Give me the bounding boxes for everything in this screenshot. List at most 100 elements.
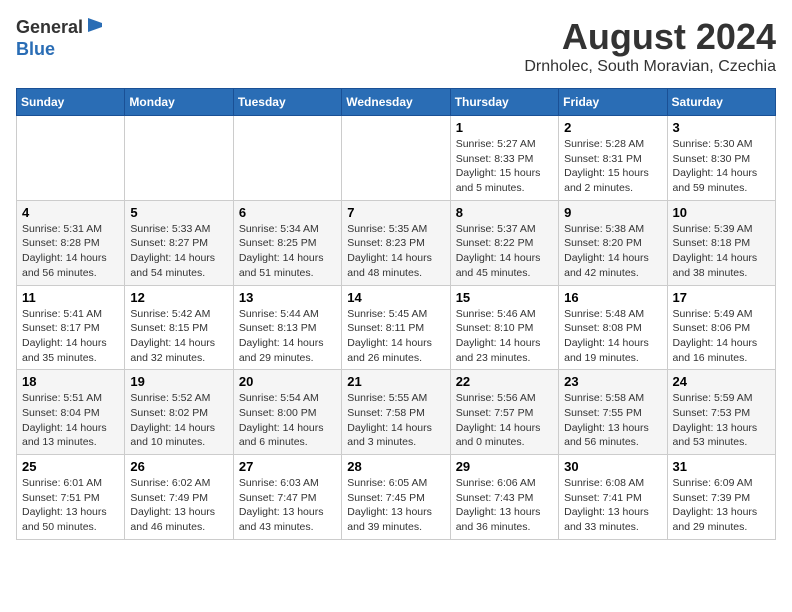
day-info: Sunrise: 5:44 AM Sunset: 8:13 PM Dayligh… bbox=[239, 307, 336, 366]
day-number: 19 bbox=[130, 374, 227, 389]
day-number: 21 bbox=[347, 374, 444, 389]
weekday-header-thursday: Thursday bbox=[450, 89, 558, 116]
weekday-header-tuesday: Tuesday bbox=[233, 89, 341, 116]
calendar-cell: 28Sunrise: 6:05 AM Sunset: 7:45 PM Dayli… bbox=[342, 455, 450, 540]
day-info: Sunrise: 5:55 AM Sunset: 7:58 PM Dayligh… bbox=[347, 391, 444, 450]
day-info: Sunrise: 5:31 AM Sunset: 8:28 PM Dayligh… bbox=[22, 222, 119, 281]
day-info: Sunrise: 6:01 AM Sunset: 7:51 PM Dayligh… bbox=[22, 476, 119, 535]
day-info: Sunrise: 6:09 AM Sunset: 7:39 PM Dayligh… bbox=[673, 476, 770, 535]
day-number: 27 bbox=[239, 459, 336, 474]
day-info: Sunrise: 5:49 AM Sunset: 8:06 PM Dayligh… bbox=[673, 307, 770, 366]
calendar-cell: 18 Sunrise: 5:51 AM Sunset: 8:04 PM Dayli… bbox=[17, 370, 125, 455]
calendar-cell: 25 Sunrise: 6:01 AM Sunset: 7:51 PM Dayli… bbox=[17, 455, 125, 540]
day-number: 18 bbox=[22, 374, 119, 389]
calendar-cell: 1 Sunrise: 5:27 AM Sunset: 8:33 PM Daylig… bbox=[450, 116, 558, 201]
weekday-header-saturday: Saturday bbox=[667, 89, 775, 116]
day-number: 13 bbox=[239, 290, 336, 305]
day-number: 15 bbox=[456, 290, 553, 305]
logo: General Blue bbox=[16, 16, 104, 60]
day-number: 12 bbox=[130, 290, 227, 305]
day-info: Sunrise: 6:02 AM Sunset: 7:49 PM Dayligh… bbox=[130, 476, 227, 535]
day-info: Sunrise: 5:38 AM Sunset: 8:20 PM Dayligh… bbox=[564, 222, 661, 281]
day-number: 23 bbox=[564, 374, 661, 389]
day-number: 22 bbox=[456, 374, 553, 389]
calendar-cell bbox=[342, 116, 450, 201]
calendar-cell: 10Sunrise: 5:39 AM Sunset: 8:18 PM Dayli… bbox=[667, 200, 775, 285]
day-info: Sunrise: 5:46 AM Sunset: 8:10 PM Dayligh… bbox=[456, 307, 553, 366]
calendar-cell: 19Sunrise: 5:52 AM Sunset: 8:02 PM Dayli… bbox=[125, 370, 233, 455]
calendar-cell: 14Sunrise: 5:45 AM Sunset: 8:11 PM Dayli… bbox=[342, 285, 450, 370]
day-info: Sunrise: 5:35 AM Sunset: 8:23 PM Dayligh… bbox=[347, 222, 444, 281]
calendar-week-4: 18 Sunrise: 5:51 AM Sunset: 8:04 PM Dayli… bbox=[17, 370, 776, 455]
calendar-cell: 2 Sunrise: 5:28 AM Sunset: 8:31 PM Daylig… bbox=[559, 116, 667, 201]
calendar-week-2: 4Sunrise: 5:31 AM Sunset: 8:28 PM Daylig… bbox=[17, 200, 776, 285]
title-block: August 2024 Drnholec, South Moravian, Cz… bbox=[524, 16, 776, 76]
calendar-cell: 17 Sunrise: 5:49 AM Sunset: 8:06 PM Dayli… bbox=[667, 285, 775, 370]
calendar-cell: 4Sunrise: 5:31 AM Sunset: 8:28 PM Daylig… bbox=[17, 200, 125, 285]
weekday-header-row: SundayMondayTuesdayWednesdayThursdayFrid… bbox=[17, 89, 776, 116]
calendar-cell: 24Sunrise: 5:59 AM Sunset: 7:53 PM Dayli… bbox=[667, 370, 775, 455]
calendar-cell: 27 Sunrise: 6:03 AM Sunset: 7:47 PM Dayli… bbox=[233, 455, 341, 540]
calendar-cell: 11 Sunrise: 5:41 AM Sunset: 8:17 PM Dayli… bbox=[17, 285, 125, 370]
day-info: Sunrise: 5:33 AM Sunset: 8:27 PM Dayligh… bbox=[130, 222, 227, 281]
day-number: 14 bbox=[347, 290, 444, 305]
calendar-cell: 20 Sunrise: 5:54 AM Sunset: 8:00 PM Dayli… bbox=[233, 370, 341, 455]
day-number: 6 bbox=[239, 205, 336, 220]
day-number: 25 bbox=[22, 459, 119, 474]
calendar-cell: 31 Sunrise: 6:09 AM Sunset: 7:39 PM Dayli… bbox=[667, 455, 775, 540]
calendar-cell: 5Sunrise: 5:33 AM Sunset: 8:27 PM Daylig… bbox=[125, 200, 233, 285]
calendar-cell: 8Sunrise: 5:37 AM Sunset: 8:22 PM Daylig… bbox=[450, 200, 558, 285]
calendar-week-5: 25 Sunrise: 6:01 AM Sunset: 7:51 PM Dayli… bbox=[17, 455, 776, 540]
weekday-header-sunday: Sunday bbox=[17, 89, 125, 116]
day-info: Sunrise: 5:51 AM Sunset: 8:04 PM Dayligh… bbox=[22, 391, 119, 450]
day-number: 26 bbox=[130, 459, 227, 474]
day-info: Sunrise: 5:56 AM Sunset: 7:57 PM Dayligh… bbox=[456, 391, 553, 450]
day-info: Sunrise: 5:59 AM Sunset: 7:53 PM Dayligh… bbox=[673, 391, 770, 450]
calendar-week-1: 1 Sunrise: 5:27 AM Sunset: 8:33 PM Daylig… bbox=[17, 116, 776, 201]
calendar-cell: 6 Sunrise: 5:34 AM Sunset: 8:25 PM Daylig… bbox=[233, 200, 341, 285]
day-info: Sunrise: 5:39 AM Sunset: 8:18 PM Dayligh… bbox=[673, 222, 770, 281]
page-title: August 2024 bbox=[524, 16, 776, 58]
calendar-cell: 22 Sunrise: 5:56 AM Sunset: 7:57 PM Dayli… bbox=[450, 370, 558, 455]
calendar-cell: 9 Sunrise: 5:38 AM Sunset: 8:20 PM Daylig… bbox=[559, 200, 667, 285]
day-info: Sunrise: 5:48 AM Sunset: 8:08 PM Dayligh… bbox=[564, 307, 661, 366]
day-info: Sunrise: 5:54 AM Sunset: 8:00 PM Dayligh… bbox=[239, 391, 336, 450]
calendar-cell bbox=[125, 116, 233, 201]
logo-general: General bbox=[16, 17, 83, 38]
calendar-table: SundayMondayTuesdayWednesdayThursdayFrid… bbox=[16, 88, 776, 540]
day-number: 11 bbox=[22, 290, 119, 305]
day-number: 28 bbox=[347, 459, 444, 474]
page-header: General Blue August 2024 Drnholec, South… bbox=[16, 16, 776, 76]
day-number: 3 bbox=[673, 120, 770, 135]
day-number: 1 bbox=[456, 120, 553, 135]
day-info: Sunrise: 6:03 AM Sunset: 7:47 PM Dayligh… bbox=[239, 476, 336, 535]
day-info: Sunrise: 6:08 AM Sunset: 7:41 PM Dayligh… bbox=[564, 476, 661, 535]
day-number: 16 bbox=[564, 290, 661, 305]
weekday-header-wednesday: Wednesday bbox=[342, 89, 450, 116]
day-info: Sunrise: 5:42 AM Sunset: 8:15 PM Dayligh… bbox=[130, 307, 227, 366]
calendar-cell: 16 Sunrise: 5:48 AM Sunset: 8:08 PM Dayli… bbox=[559, 285, 667, 370]
day-number: 20 bbox=[239, 374, 336, 389]
day-number: 2 bbox=[564, 120, 661, 135]
day-number: 29 bbox=[456, 459, 553, 474]
day-info: Sunrise: 5:37 AM Sunset: 8:22 PM Dayligh… bbox=[456, 222, 553, 281]
calendar-cell: 26 Sunrise: 6:02 AM Sunset: 7:49 PM Dayli… bbox=[125, 455, 233, 540]
day-number: 31 bbox=[673, 459, 770, 474]
day-info: Sunrise: 5:34 AM Sunset: 8:25 PM Dayligh… bbox=[239, 222, 336, 281]
weekday-header-friday: Friday bbox=[559, 89, 667, 116]
calendar-cell: 23Sunrise: 5:58 AM Sunset: 7:55 PM Dayli… bbox=[559, 370, 667, 455]
day-info: Sunrise: 5:30 AM Sunset: 8:30 PM Dayligh… bbox=[673, 137, 770, 196]
calendar-cell: 30 Sunrise: 6:08 AM Sunset: 7:41 PM Dayli… bbox=[559, 455, 667, 540]
day-info: Sunrise: 6:06 AM Sunset: 7:43 PM Dayligh… bbox=[456, 476, 553, 535]
calendar-cell: 7Sunrise: 5:35 AM Sunset: 8:23 PM Daylig… bbox=[342, 200, 450, 285]
day-info: Sunrise: 5:27 AM Sunset: 8:33 PM Dayligh… bbox=[456, 137, 553, 196]
day-info: Sunrise: 5:28 AM Sunset: 8:31 PM Dayligh… bbox=[564, 137, 661, 196]
day-info: Sunrise: 5:41 AM Sunset: 8:17 PM Dayligh… bbox=[22, 307, 119, 366]
calendar-week-3: 11 Sunrise: 5:41 AM Sunset: 8:17 PM Dayli… bbox=[17, 285, 776, 370]
logo-icon bbox=[86, 16, 104, 34]
calendar-cell: 12 Sunrise: 5:42 AM Sunset: 8:15 PM Dayli… bbox=[125, 285, 233, 370]
day-number: 30 bbox=[564, 459, 661, 474]
day-number: 17 bbox=[673, 290, 770, 305]
day-number: 9 bbox=[564, 205, 661, 220]
calendar-cell: 21 Sunrise: 5:55 AM Sunset: 7:58 PM Dayli… bbox=[342, 370, 450, 455]
